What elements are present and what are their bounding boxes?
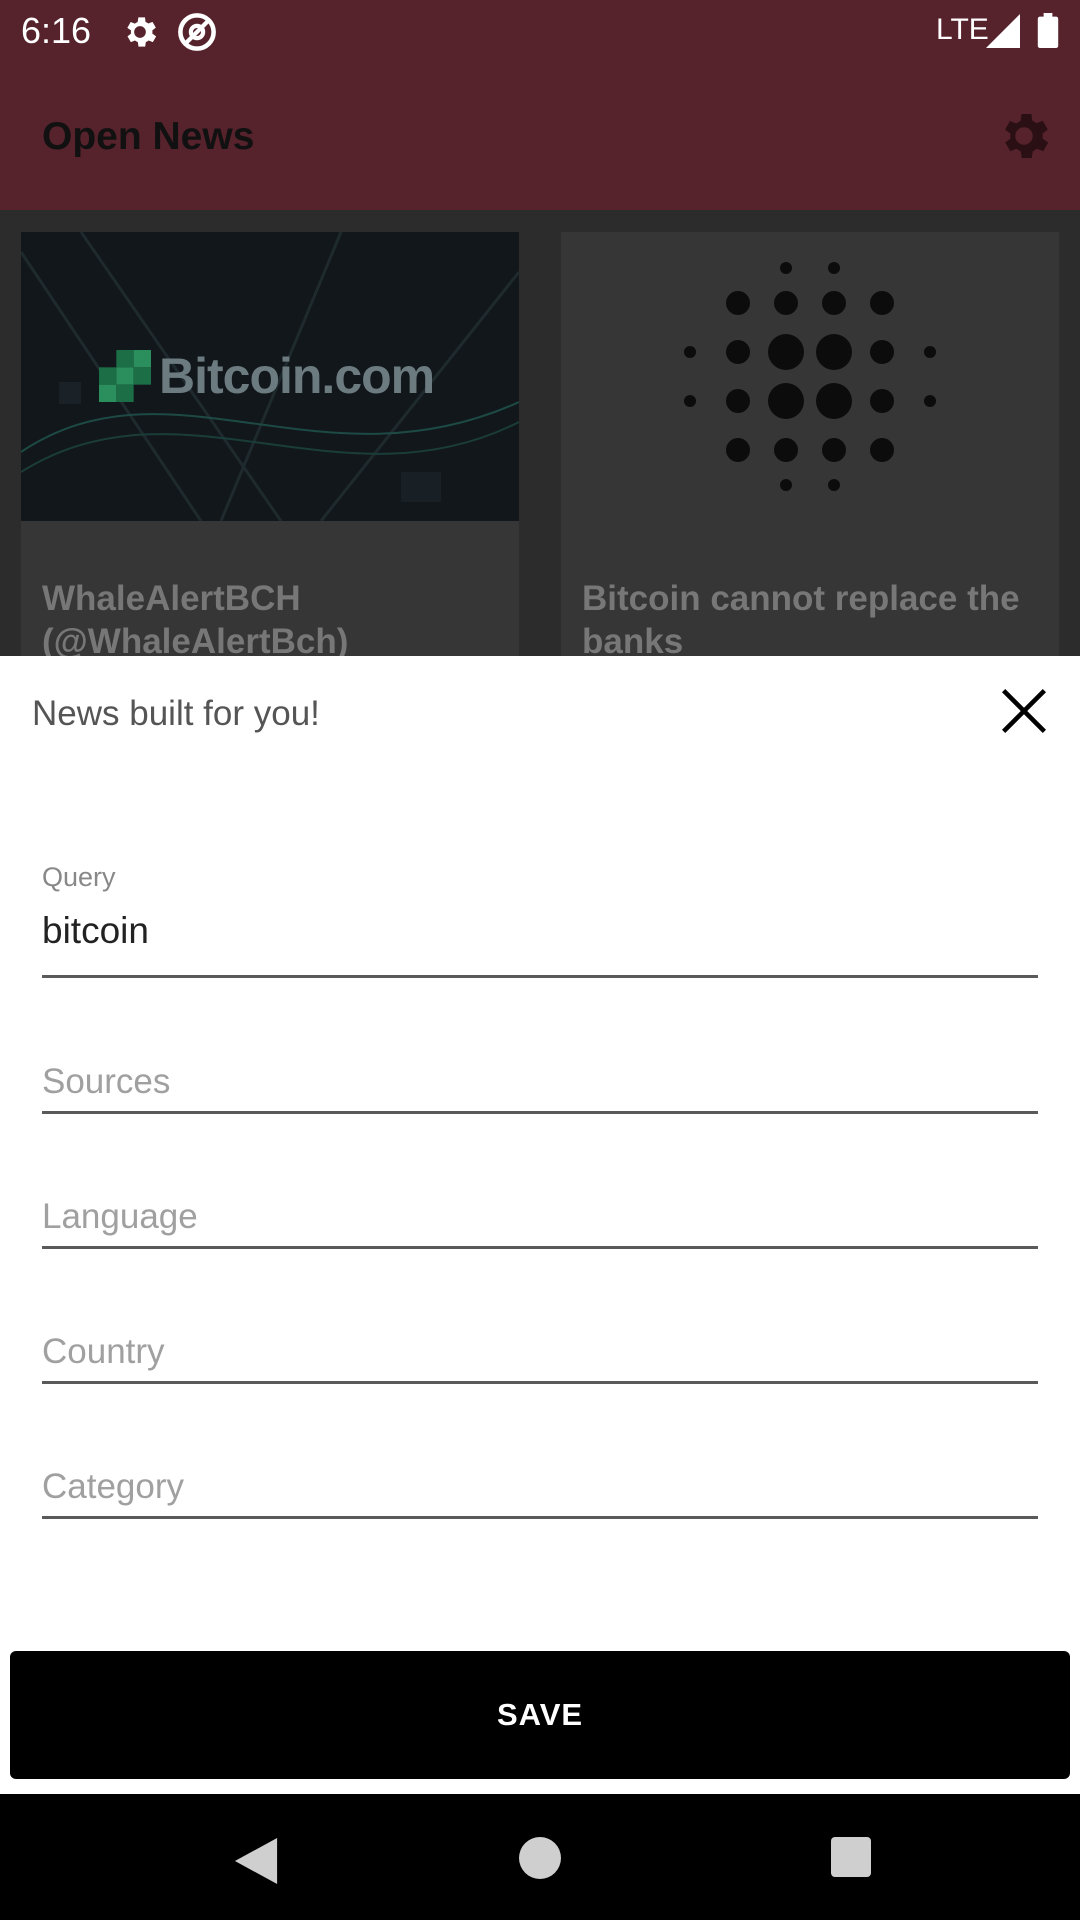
news-card[interactable]: Bitcoin cannot replace the banks — [561, 232, 1059, 656]
sheet-title: News built for you! — [32, 694, 320, 733]
bitcoin-com-logo-mark — [99, 350, 151, 402]
query-input[interactable]: bitcoin — [42, 910, 149, 952]
save-button[interactable]: SAVE — [10, 1651, 1070, 1779]
card-title: WhaleAlertBCH (@WhaleAlertBch) — [42, 579, 349, 656]
settings-button[interactable] — [994, 106, 1054, 166]
country-field[interactable]: Country — [42, 1294, 1038, 1384]
language-input[interactable]: Language — [42, 1197, 198, 1237]
close-icon — [1002, 689, 1046, 733]
field-underline — [42, 1246, 1038, 1249]
category-input[interactable]: Category — [42, 1467, 184, 1507]
card-image: Bitcoin.com — [21, 232, 519, 521]
country-input[interactable]: Country — [42, 1332, 165, 1372]
back-icon[interactable] — [234, 1838, 278, 1884]
category-field[interactable]: Category — [42, 1429, 1038, 1519]
field-underline — [42, 1381, 1038, 1384]
card-image — [561, 232, 1059, 521]
app-bar: Open News — [0, 63, 1080, 210]
at-sign-icon — [178, 13, 216, 51]
sources-field[interactable]: Sources — [42, 1024, 1038, 1114]
field-underline — [42, 1516, 1038, 1519]
filter-bottom-sheet: News built for you! Query bitcoin Source… — [0, 656, 1080, 1794]
gear-icon — [127, 17, 157, 47]
query-field[interactable]: Query bitcoin — [42, 862, 1038, 978]
gear-icon — [1005, 114, 1049, 158]
query-label: Query — [42, 862, 116, 892]
dot-pattern-logo — [684, 262, 936, 491]
bitcoin-com-logo-text: Bitcoin.com — [159, 348, 435, 404]
battery-icon — [1037, 13, 1059, 48]
card-title: Bitcoin cannot replace the banks — [582, 579, 1020, 656]
sources-input[interactable]: Sources — [42, 1062, 170, 1102]
network-type: LTE — [936, 13, 989, 46]
app-title: Open News — [42, 115, 255, 158]
recents-icon[interactable] — [831, 1837, 871, 1877]
field-underline — [42, 1111, 1038, 1114]
news-grid: Bitcoin.com WhaleAlertBCH (@WhaleAlertBc… — [0, 210, 1080, 656]
status-time: 6:16 — [21, 10, 92, 51]
field-underline — [42, 975, 1038, 978]
system-nav-bar — [0, 1794, 1080, 1920]
language-field[interactable]: Language — [42, 1159, 1038, 1249]
home-icon[interactable] — [519, 1837, 561, 1879]
news-card[interactable]: Bitcoin.com WhaleAlertBCH (@WhaleAlertBc… — [21, 232, 519, 656]
close-button[interactable] — [999, 686, 1049, 736]
bitcoin-com-logo: Bitcoin.com — [99, 347, 435, 405]
signal-icon — [986, 14, 1020, 48]
status-bar: 6:16 LTE — [0, 0, 1080, 63]
